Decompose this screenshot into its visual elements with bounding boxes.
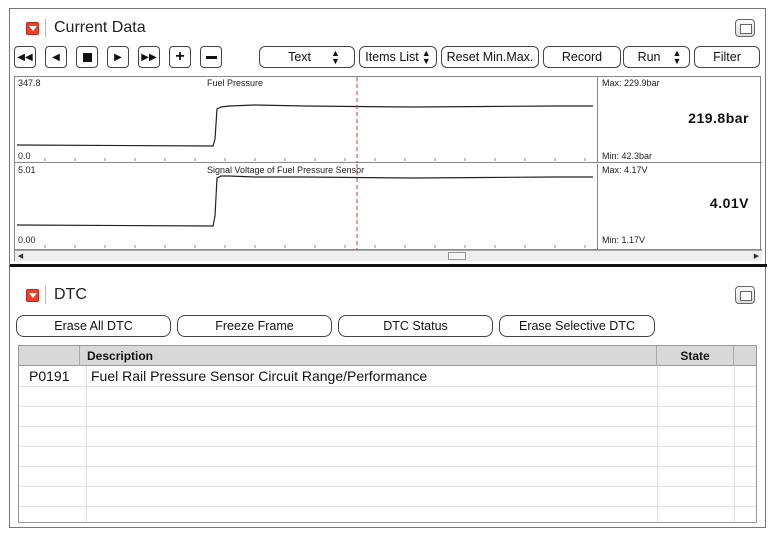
updown-icon: ▲ ▼ — [331, 48, 340, 66]
scale-bottom: 0.0 — [18, 151, 31, 161]
fuel-pressure-trace — [16, 77, 593, 163]
collapse-icon[interactable] — [26, 21, 39, 35]
updown-icon: ▲ ▼ — [421, 48, 431, 66]
dtc-header: DTC — [10, 280, 765, 310]
scroll-right-icon[interactable]: ▶ — [751, 251, 762, 261]
reset-minmax-label: Reset Min.Max. — [446, 50, 534, 64]
freeze-frame-label: Freeze Frame — [215, 319, 294, 333]
dtc-code: P0191 — [29, 368, 70, 384]
column-code[interactable] — [19, 346, 80, 366]
table-row[interactable]: P0191 Fuel Rail Pressure Sensor Circuit … — [19, 366, 756, 387]
stop-icon — [82, 52, 92, 62]
column-state[interactable]: State — [657, 346, 734, 366]
current-value: 4.01V — [709, 195, 749, 211]
scroll-thumb[interactable] — [448, 252, 466, 260]
view-mode-select[interactable]: Text ▲ ▼ — [259, 46, 355, 68]
dtc-status-label: DTC Status — [383, 319, 448, 333]
table-row[interactable] — [19, 447, 756, 467]
freeze-frame-button[interactable]: Freeze Frame — [177, 315, 332, 337]
fast-forward-icon: ▶▶ — [141, 51, 157, 63]
graph-title: Fuel Pressure — [207, 78, 264, 88]
scale-top: 347.8 — [18, 78, 41, 88]
step-back-button[interactable]: ◀ — [45, 46, 67, 68]
view-mode-value: Text — [288, 50, 311, 64]
items-list-label: Items List — [365, 50, 419, 64]
dtc-description: Fuel Rail Pressure Sensor Circuit Range/… — [91, 368, 428, 384]
maximize-icon[interactable] — [735, 286, 755, 304]
updown-icon: ▲ ▼ — [672, 48, 682, 66]
signal-voltage-trace — [16, 164, 593, 250]
play-button[interactable]: ▶ — [107, 46, 129, 68]
remove-item-button[interactable] — [200, 46, 222, 68]
scale-bottom: 0.00 — [18, 235, 36, 245]
record-button[interactable]: Record — [543, 46, 621, 68]
collapse-icon[interactable] — [26, 288, 39, 302]
erase-selective-dtc-button[interactable]: Erase Selective DTC — [499, 315, 655, 337]
run-label: Run — [637, 50, 661, 64]
header-separator — [45, 19, 46, 37]
current-data-header: Current Data — [10, 13, 765, 43]
step-back-icon: ◀ — [52, 51, 60, 63]
max-value: Max: 4.17V — [602, 165, 648, 175]
graph-signal-voltage: 5.01 0.00 Signal Voltage of Fuel Pressur… — [15, 164, 762, 250]
table-row[interactable] — [19, 407, 756, 427]
table-header: Description State — [19, 346, 756, 366]
min-value: Min: 42.3bar — [602, 151, 653, 161]
items-list-select[interactable]: Items List ▲ ▼ — [359, 46, 437, 68]
app-window: Current Data ◀◀ ◀ ▶ ▶▶ + Text ▲ ▼ Items L… — [9, 8, 767, 528]
column-divider — [657, 366, 658, 522]
column-divider — [86, 366, 87, 522]
graph-title: Signal Voltage of Fuel Pressure Sensor — [207, 165, 365, 175]
graph-plot[interactable]: 5.01 0.00 Signal Voltage of Fuel Pressur… — [15, 164, 598, 250]
graph-stats: Max: 229.9bar 219.8bar Min: 42.3bar — [599, 77, 762, 163]
add-item-button[interactable]: + — [169, 46, 191, 68]
column-divider — [734, 366, 735, 522]
min-value: Min: 1.17V — [602, 235, 646, 245]
stop-button[interactable] — [76, 46, 98, 68]
horizontal-scrollbar[interactable]: ◀ ▶ — [15, 250, 762, 261]
fast-forward-button[interactable]: ▶▶ — [138, 46, 160, 68]
erase-all-dtc-label: Erase All DTC — [54, 319, 133, 333]
reset-minmax-button[interactable]: Reset Min.Max. — [441, 46, 539, 68]
erase-all-dtc-button[interactable]: Erase All DTC — [16, 315, 171, 337]
maximize-icon[interactable] — [735, 19, 755, 37]
graph-area: 347.8 0.0 Fuel Pressure Max: 229.9bar 21… — [14, 76, 762, 261]
erase-selective-dtc-label: Erase Selective DTC — [518, 319, 635, 333]
scale-top: 5.01 — [18, 165, 36, 175]
rewind-icon: ◀◀ — [17, 51, 33, 63]
filter-label: Filter — [713, 50, 741, 64]
table-row[interactable] — [19, 467, 756, 487]
rewind-button[interactable]: ◀◀ — [14, 46, 36, 68]
table-row[interactable] — [19, 387, 756, 407]
run-select[interactable]: Run ▲ ▼ — [623, 46, 690, 68]
column-description[interactable]: Description — [80, 346, 657, 366]
header-separator — [45, 286, 46, 304]
filter-button[interactable]: Filter — [694, 46, 760, 68]
plus-icon: + — [175, 48, 185, 65]
play-icon: ▶ — [114, 51, 122, 63]
minus-icon — [205, 55, 217, 59]
graph-plot[interactable]: 347.8 0.0 Fuel Pressure — [15, 77, 598, 163]
dtc-status-button[interactable]: DTC Status — [338, 315, 493, 337]
scroll-left-icon[interactable]: ◀ — [15, 251, 26, 261]
dtc-title: DTC — [54, 286, 87, 303]
table-row[interactable] — [19, 487, 756, 507]
record-label: Record — [561, 50, 603, 64]
dtc-table: Description State P0191 Fuel Rail Pressu… — [18, 345, 757, 523]
current-data-title: Current Data — [54, 19, 146, 36]
table-row[interactable] — [19, 427, 756, 447]
graph-stats: Max: 4.17V 4.01V Min: 1.17V — [599, 164, 762, 250]
current-value: 219.8bar — [688, 110, 749, 126]
panel-divider[interactable] — [10, 264, 767, 267]
max-value: Max: 229.9bar — [602, 78, 660, 88]
graph-fuel-pressure: 347.8 0.0 Fuel Pressure Max: 229.9bar 21… — [15, 77, 762, 163]
